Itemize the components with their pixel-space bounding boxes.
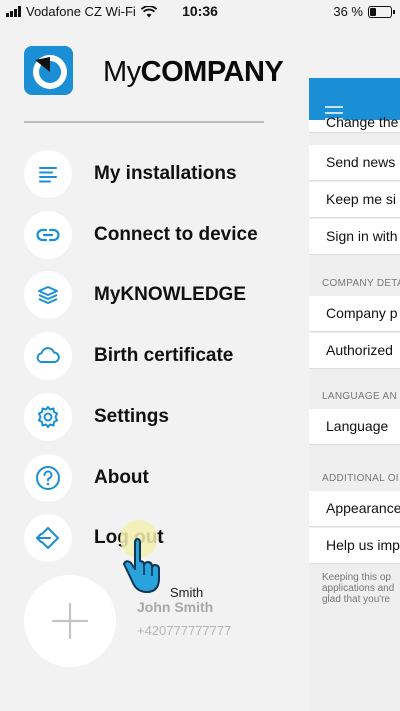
- row-label: Appearance: [326, 500, 400, 516]
- settings-row[interactable]: Keep me si: [309, 182, 400, 218]
- list-icon: [24, 150, 72, 198]
- settings-row[interactable]: Authorized: [309, 333, 400, 369]
- menu-item-my-installations[interactable]: My installations: [24, 150, 294, 198]
- footnote-line: applications and: [322, 583, 395, 594]
- menu-label: Connect to device: [94, 224, 258, 245]
- footnote-line: glad that you're: [322, 594, 391, 605]
- logo-mark-icon: [33, 55, 67, 89]
- row-label: Help us imp: [326, 537, 400, 553]
- row-label: Language: [326, 418, 389, 434]
- settings-row[interactable]: Send news: [309, 145, 400, 181]
- battery-percent: 36 %: [333, 4, 363, 19]
- settings-row[interactable]: Change the: [309, 114, 400, 133]
- section-header: LANGUAGE AN: [322, 391, 397, 402]
- brand-light: My: [103, 56, 141, 88]
- settings-row[interactable]: Language: [309, 409, 400, 445]
- footnote-line: Keeping this op: [322, 572, 391, 583]
- menu-item-myknowledge[interactable]: MyKNOWLEDGE: [24, 271, 294, 319]
- status-right: 36 %: [333, 4, 395, 19]
- row-label: Company p: [326, 305, 398, 321]
- brand-title: MyCOMPANY: [103, 56, 284, 89]
- section-header: COMPANY DETA: [322, 278, 400, 289]
- battery-icon: [368, 5, 395, 18]
- link-icon: [24, 211, 72, 259]
- settings-row[interactable]: Help us imp: [309, 528, 400, 564]
- menu-item-about[interactable]: About: [24, 454, 294, 502]
- logout-icon: [24, 514, 72, 562]
- gear-icon: [24, 393, 72, 441]
- menu-item-log-out[interactable]: Log out: [24, 514, 294, 562]
- brand-bold: COMPANY: [140, 56, 284, 88]
- profile-phone: +420777777777: [137, 623, 232, 638]
- help-icon: [24, 454, 72, 502]
- menu-label: Settings: [94, 406, 169, 427]
- footnote: Keeping this op applications and glad th…: [322, 572, 394, 605]
- plus-icon: [51, 602, 89, 640]
- menu-item-connect-to-device[interactable]: Connect to device: [24, 211, 294, 259]
- settings-row[interactable]: Sign in with: [309, 219, 400, 255]
- row-label: Sign in with: [326, 228, 398, 244]
- divider: [24, 121, 264, 123]
- settings-row[interactable]: Appearance: [309, 491, 400, 527]
- row-label: Keep me si: [326, 191, 397, 207]
- menu-label: My installations: [94, 163, 237, 184]
- drag-tooltip-name: Smith: [170, 585, 204, 600]
- settings-panel: Change the Send news Keep me si Sign in …: [309, 78, 400, 711]
- row-label: Change the: [326, 114, 399, 130]
- row-label: Authorized: [326, 342, 393, 358]
- layers-icon: [24, 271, 72, 319]
- menu-item-settings[interactable]: Settings: [24, 393, 294, 441]
- menu-item-birth-certificate[interactable]: Birth certificate: [24, 332, 294, 380]
- menu-label: About: [94, 467, 149, 488]
- cloud-icon: [24, 332, 72, 380]
- menu-label: Birth certificate: [94, 345, 234, 366]
- status-bar: Vodafone CZ Wi-Fi 10:36 36 %: [0, 0, 400, 24]
- row-label: Send news: [326, 154, 396, 170]
- section-header: ADDITIONAL OI: [322, 473, 399, 484]
- menu-label: MyKNOWLEDGE: [94, 284, 246, 305]
- settings-row[interactable]: Company p: [309, 296, 400, 332]
- profile-name: John Smith: [137, 599, 214, 615]
- add-profile-button[interactable]: [24, 575, 116, 667]
- app-logo: [24, 46, 73, 95]
- menu-label: Log out: [94, 527, 164, 548]
